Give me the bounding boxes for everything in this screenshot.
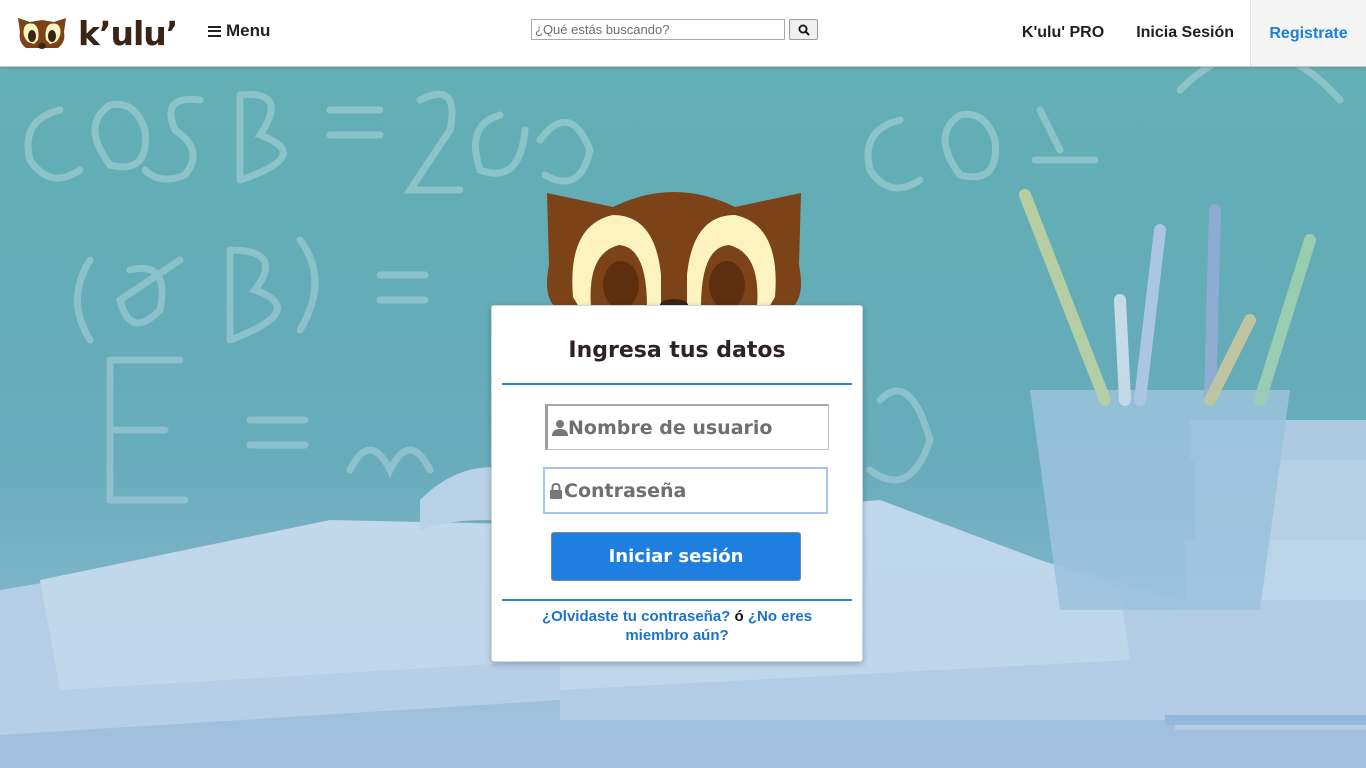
username-input[interactable] <box>568 406 835 449</box>
nav-right: K'ulu' PRO Inicia Sesión Registrate <box>1022 0 1366 66</box>
password-field[interactable] <box>543 467 831 514</box>
divider <box>502 383 852 385</box>
raccoon-logo-icon <box>18 18 66 49</box>
brand-name: k’ulu’ <box>78 13 178 53</box>
login-card: Ingresa tus datos Iniciar sesión ¿Olvida… <box>491 305 863 662</box>
top-navbar: k’ulu’ Menu K'ulu' PRO Inicia Sesión Reg… <box>0 0 1366 67</box>
nav-pro-link[interactable]: K'ulu' PRO <box>1022 0 1120 66</box>
username-field[interactable] <box>545 404 835 450</box>
hamburger-icon <box>208 25 221 37</box>
forgot-password-link[interactable]: ¿Olvidaste tu contraseña? <box>542 608 730 625</box>
menu-label: Menu <box>226 21 271 40</box>
divider <box>502 599 852 601</box>
or-separator: ó <box>730 608 748 625</box>
nav-login-link[interactable]: Inicia Sesión <box>1136 0 1250 66</box>
nav-register-link[interactable]: Registrate <box>1250 0 1366 66</box>
password-input[interactable] <box>564 469 831 512</box>
login-help-links: ¿Olvidaste tu contraseña? ó ¿No eres mie… <box>522 607 832 645</box>
login-title: Ingresa tus datos <box>568 338 786 363</box>
raccoon-mascot <box>543 185 805 311</box>
search-button[interactable] <box>789 19 818 40</box>
menu-button[interactable]: Menu <box>208 21 270 41</box>
search-input[interactable] <box>531 19 785 40</box>
user-icon <box>552 406 568 449</box>
brand-logo[interactable]: k’ulu’ <box>14 12 178 54</box>
login-submit-button[interactable]: Iniciar sesión <box>551 532 801 581</box>
search-icon <box>798 24 810 36</box>
search-bar <box>531 19 818 40</box>
lock-icon <box>549 469 563 512</box>
